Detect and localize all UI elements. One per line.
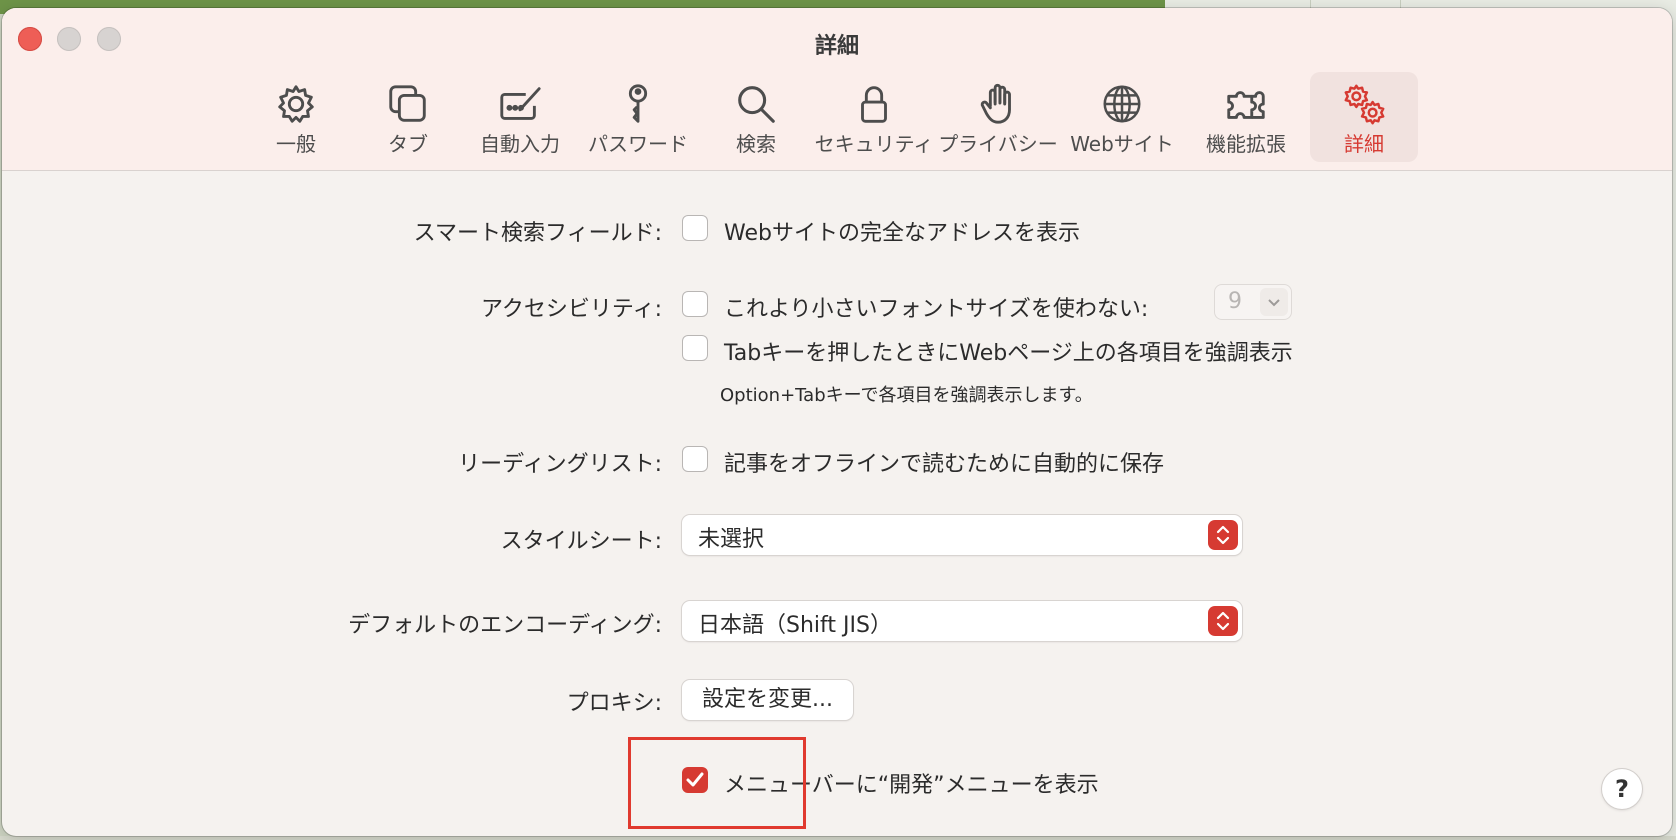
tab-passwords[interactable]: パスワード (578, 72, 698, 162)
encoding-select[interactable]: 日本語（Shift JIS） (682, 601, 1242, 641)
stylesheet-value: 未選択 (698, 527, 765, 552)
tab-extensions[interactable]: 機能拡張 (1186, 72, 1306, 162)
autofill-pen-icon (496, 80, 544, 128)
puzzle-icon (1222, 80, 1270, 128)
min-font-size-select[interactable]: 9 (1214, 284, 1292, 320)
proxy-label: プロキシ: (566, 691, 662, 716)
encoding-value: 日本語（Shift JIS） (698, 613, 892, 638)
highlight-annotation-box (628, 737, 806, 829)
gears-icon (1340, 80, 1388, 128)
window-title: 詳細 (814, 34, 859, 59)
updown-chevron-icon (1208, 520, 1238, 550)
tabs-icon (384, 80, 432, 128)
preferences-window: 詳細 一般 タブ 自動入力 パスワード 検索 セキュリティ プライバシー Web… (2, 8, 1672, 836)
key-icon (614, 80, 662, 128)
min-font-size-checkbox[interactable] (682, 291, 708, 317)
show-full-address-checkbox[interactable] (682, 215, 708, 241)
smart-search-label: スマート検索フィールド: (413, 221, 662, 246)
advanced-settings-panel: スマート検索フィールド: Webサイトの完全なアドレスを表示 アクセシビリティ:… (2, 171, 1672, 836)
tab-highlight-checkbox[interactable] (682, 335, 708, 361)
updown-chevron-icon (1208, 606, 1238, 636)
background-window-bottom (0, 836, 1676, 840)
change-proxy-settings-button[interactable]: 設定を変更... (682, 680, 853, 720)
globe-icon (1098, 80, 1146, 128)
tab-highlight-text: Tabキーを押したときにWebページ上の各項目を強調表示 (724, 341, 1293, 366)
magnifier-icon (732, 80, 780, 128)
title-bar: 詳細 一般 タブ 自動入力 パスワード 検索 セキュリティ プライバシー Web… (2, 8, 1672, 171)
tab-highlight-note: Option+Tabキーで各項目を強調表示します。 (720, 385, 1093, 406)
lock-icon (850, 80, 898, 128)
tab-general[interactable]: 一般 (242, 72, 350, 162)
tab-autofill[interactable]: 自動入力 (466, 72, 574, 162)
tab-security[interactable]: セキュリティ (814, 72, 934, 162)
save-offline-text: 記事をオフラインで読むために自動的に保存 (724, 452, 1165, 477)
min-font-size-text: これより小さいフォントサイズを使わない: (724, 297, 1149, 322)
stylesheet-label: スタイルシート: (500, 529, 662, 554)
tab-privacy[interactable]: プライバシー (938, 72, 1058, 162)
encoding-label: デフォルトのエンコーディング: (348, 613, 662, 638)
save-offline-checkbox[interactable] (682, 446, 708, 472)
tab-advanced[interactable]: 詳細 (1310, 72, 1418, 162)
reading-list-label: リーディングリスト: (458, 452, 662, 477)
tab-tabs[interactable]: タブ (354, 72, 462, 162)
min-font-size-value: 9 (1228, 289, 1242, 314)
help-button[interactable]: ? (1602, 769, 1642, 809)
accessibility-label: アクセシビリティ: (481, 297, 662, 322)
chevron-down-icon (1260, 288, 1288, 316)
gear-icon (272, 80, 320, 128)
preferences-toolbar: 一般 タブ 自動入力 パスワード 検索 セキュリティ プライバシー Webサイト… (242, 72, 1418, 164)
tab-search[interactable]: 検索 (702, 72, 810, 162)
tab-websites[interactable]: Webサイト (1062, 72, 1182, 162)
show-full-address-text: Webサイトの完全なアドレスを表示 (724, 221, 1080, 246)
hand-icon (974, 80, 1022, 128)
stylesheet-select[interactable]: 未選択 (682, 515, 1242, 555)
